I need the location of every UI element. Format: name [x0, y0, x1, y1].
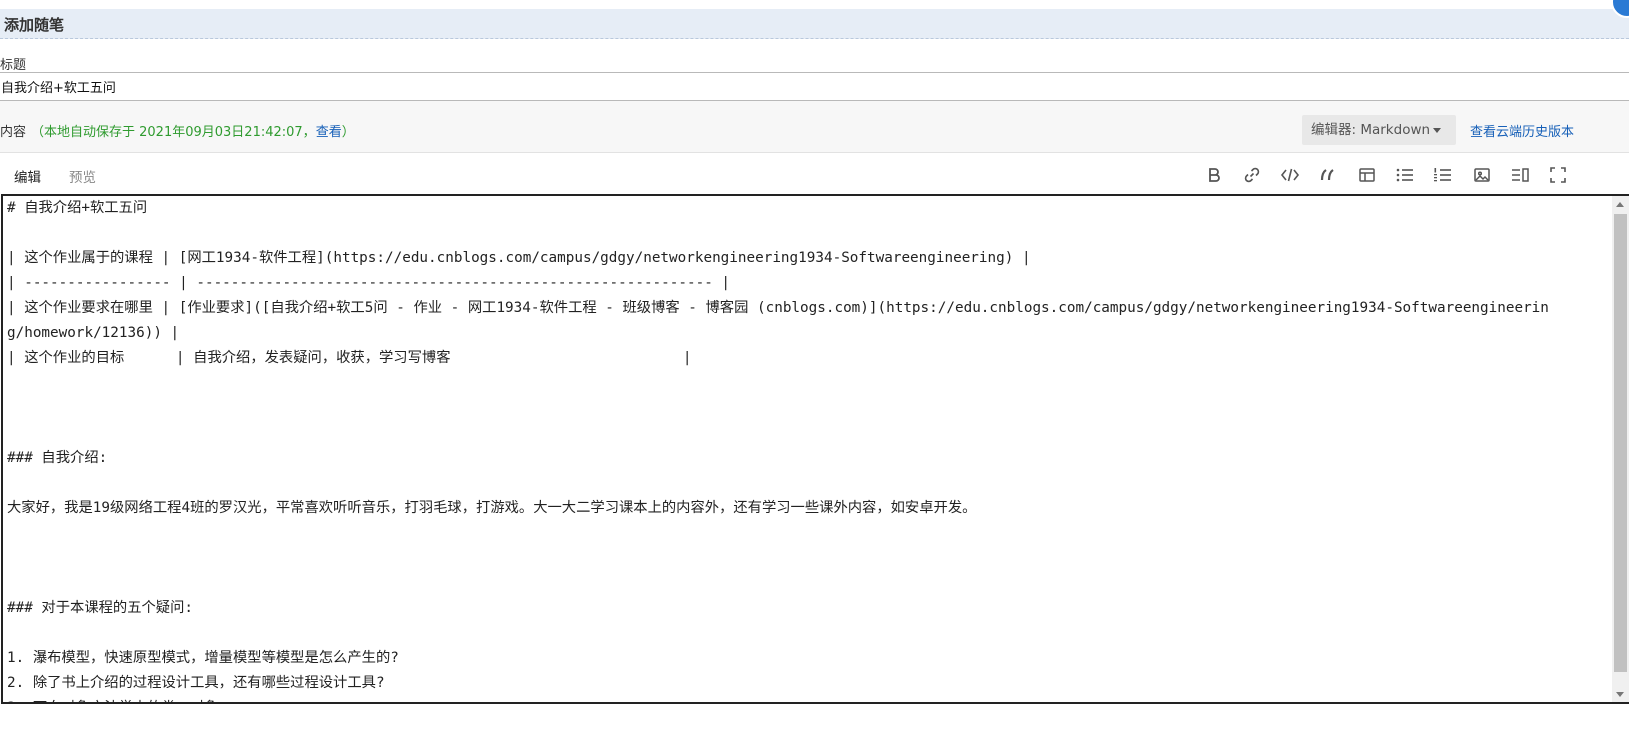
content-header: 内容 （本地自动保存于 2021年09月03日21:42:07，查看） 编辑器:… [0, 101, 1629, 153]
editor-type-label: 编辑器: Markdown [1311, 122, 1431, 138]
editor-tabs: 编辑 预览 [0, 153, 1629, 194]
quote-icon[interactable] [1316, 163, 1340, 187]
image-icon[interactable] [1470, 163, 1494, 187]
chevron-down-icon [1433, 127, 1442, 133]
editor-content[interactable]: # 自我介绍+软工五问 | 这个作业属于的课程 | [网工1934-软件工程](… [7, 196, 1552, 702]
link-icon[interactable] [1240, 163, 1264, 187]
autosave-view-link[interactable]: 查看 [316, 125, 342, 140]
fullscreen-icon[interactable] [1546, 163, 1570, 187]
scroll-down-arrow-icon[interactable] [1616, 692, 1624, 697]
editor-type-select[interactable]: 编辑器: Markdown [1302, 115, 1456, 145]
tab-edit[interactable]: 编辑 [14, 166, 41, 186]
bullet-list-icon[interactable] [1393, 163, 1417, 187]
bold-icon[interactable] [1202, 163, 1226, 187]
scroll-up-arrow-icon[interactable] [1616, 202, 1624, 207]
tab-preview[interactable]: 预览 [69, 166, 96, 186]
autosave-status: （本地自动保存于 2021年09月03日21:42:07，查看） [31, 121, 355, 140]
title-input[interactable] [0, 72, 1629, 101]
autosave-text: （本地自动保存于 2021年09月03日21:42:07， [31, 125, 316, 140]
page-title: 添加随笔 [4, 16, 65, 34]
page-header: 添加随笔 [0, 9, 1629, 39]
split-view-icon[interactable] [1508, 163, 1532, 187]
vertical-scrollbar[interactable] [1612, 196, 1629, 702]
markdown-editor[interactable]: # 自我介绍+软工五问 | 这个作业属于的课程 | [网工1934-软件工程](… [1, 194, 1629, 704]
content-label: 内容 [0, 125, 27, 140]
autosave-close: ） [341, 125, 355, 140]
scrollbar-thumb[interactable] [1614, 214, 1627, 672]
numbered-list-icon[interactable] [1431, 163, 1455, 187]
table-icon[interactable] [1355, 163, 1379, 187]
cloud-history-link[interactable]: 查看云端历史版本 [1470, 121, 1574, 140]
title-label: 标题 [0, 58, 27, 73]
code-icon[interactable] [1278, 163, 1302, 187]
